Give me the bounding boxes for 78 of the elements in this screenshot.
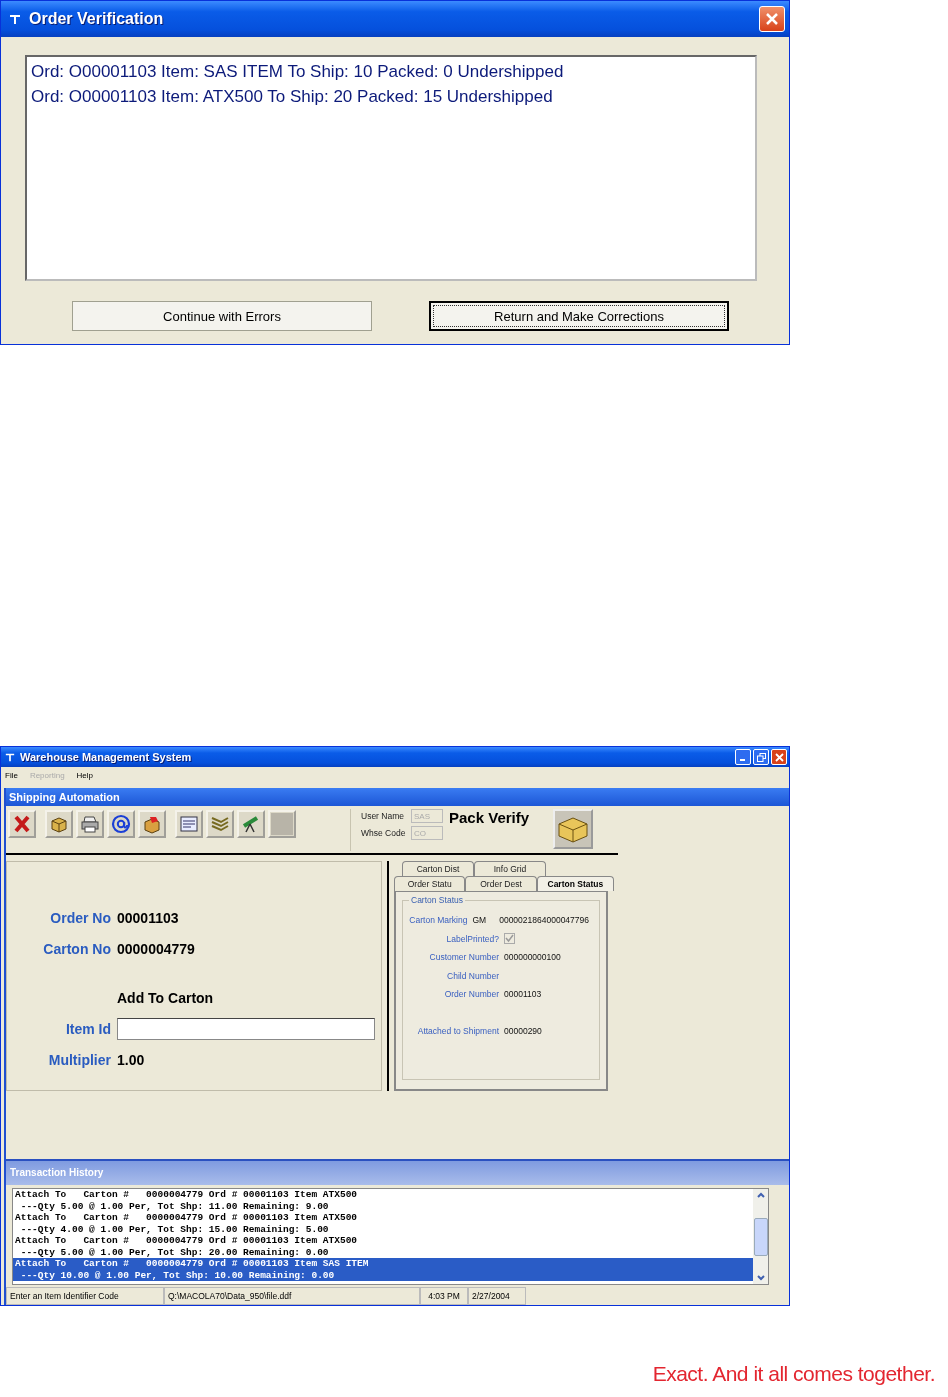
stack-icon [210,814,230,834]
field-label: Item Id [64,1020,111,1037]
blank-icon [271,813,293,835]
delete-icon [12,814,32,834]
toolbar-button[interactable] [175,810,203,838]
tab[interactable]: Order Statu [394,876,466,891]
field-label: Customer Number [428,952,499,963]
field-label: Order Number [443,989,499,1000]
field-value: GM [472,915,487,926]
status-pane: Enter an Item Identifier Code [6,1287,164,1305]
box-icon [49,814,69,834]
window-title: Warehouse Management System [20,751,193,763]
history-entry[interactable]: Attach To Carton # 0000004779 Ord # 00001103 Item ATX500 ---Qty 4.00 @ 1.00 Per, Tot Shp: 15.00 Remaining: 5.00 [13,1212,753,1235]
field-value: 00001103 [117,909,179,926]
toolbar-button[interactable] [8,810,36,838]
field-label: Whse Code [361,828,407,838]
tagline: Exact. And it all comes together. [652,1362,935,1386]
status-pane: Q:\MACOLA70\Data_950\file.ddf [164,1287,420,1305]
menu-item[interactable]: Help [76,770,94,780]
restore-icon [756,752,766,762]
field-value: 00001103 [504,989,542,1000]
telescope-icon [241,814,261,834]
toolbar-button[interactable] [76,810,104,838]
message-line: Ord: O00001103 Item: SAS ITEM To Ship: 10 Packed: 0 Undershipped [31,61,565,83]
tab[interactable]: Order Dest [465,876,537,891]
document-icon [179,814,199,834]
printer-icon [80,814,100,834]
window-title: Order Verification [29,10,165,28]
app-icon [9,13,21,25]
close-icon [765,12,779,26]
tab[interactable]: Carton Dist [402,861,474,876]
tab[interactable]: Info Grid [474,861,546,876]
toolbar-button[interactable] [237,810,265,838]
field-value: 00000290 [504,1025,542,1036]
group-title: Carton Status [409,895,465,905]
at-sign-icon [111,814,131,834]
box-icon [142,814,162,834]
pack-button[interactable] [553,809,593,849]
history-entry[interactable]: Attach To Carton # 0000004779 Ord # 00001103 Item SAS ITEM ---Qty 10.00 @ 1.00 Per, Tot Shp: 10.00 Remaining: 0.00 [13,1258,753,1281]
scrollbar[interactable] [753,1189,768,1284]
field-label: LabelPrinted? [445,933,499,944]
close-icon [774,752,784,762]
status-pane: 2/27/2004 [468,1287,526,1305]
field-value: 1.00 [117,1051,145,1068]
field-value: 0000021864000047796 [499,915,589,926]
field-label: Carton No [42,940,111,957]
field-label: Carton Marking [408,915,468,926]
readonly-field: SAS [411,809,443,823]
box-icon [556,814,590,844]
message-line: Ord: O00001103 Item: ATX500 To Ship: 20 Packed: 15 Undershipped [31,86,554,108]
input-field[interactable] [117,1017,375,1040]
history-entry[interactable]: Attach To Carton # 0000004779 Ord # 00001103 Item ATX500 ---Qty 5.00 @ 1.00 Per, Tot Shp: 20.00 Remaining: 0.00 [13,1235,753,1258]
field-value: 000000000100 [504,952,561,963]
minimize-button[interactable] [735,749,751,765]
app-icon [5,752,15,762]
toolbar-button[interactable] [107,810,135,838]
field-label: Order No [49,909,111,926]
restore-button[interactable] [753,749,769,765]
menu-item[interactable]: File [5,770,18,780]
section-title-bar: Transaction History [6,1159,789,1185]
toolbar-button[interactable] [45,810,73,838]
mode-title: Pack Verify [449,809,531,826]
close-button[interactable] [771,749,787,765]
dialog-button[interactable]: Continue with Errors [72,301,372,331]
field-label: Attached to Shipment [416,1025,499,1036]
field-label: Child Number [446,970,499,981]
toolbar-button[interactable] [138,810,166,838]
field-label: Multiplier [47,1051,111,1068]
tab[interactable]: Carton Status [536,876,614,891]
section-heading: Add To Carton [117,989,214,1006]
status-pane: 4:03 PM [420,1287,468,1305]
panel-title-bar: Shipping Automation [6,788,789,806]
close-button[interactable] [759,6,785,32]
field-value: 0000004779 [117,940,195,957]
field-label: User Name [361,811,405,821]
toolbar-button[interactable] [206,810,234,838]
history-entry[interactable]: Attach To Carton # 0000004779 Ord # 00001103 Item ATX500 ---Qty 5.00 @ 1.00 Per, Tot Shp: 11.00 Remaining: 9.00 [13,1189,753,1212]
dialog-button[interactable]: Return and Make Corrections [429,301,729,331]
